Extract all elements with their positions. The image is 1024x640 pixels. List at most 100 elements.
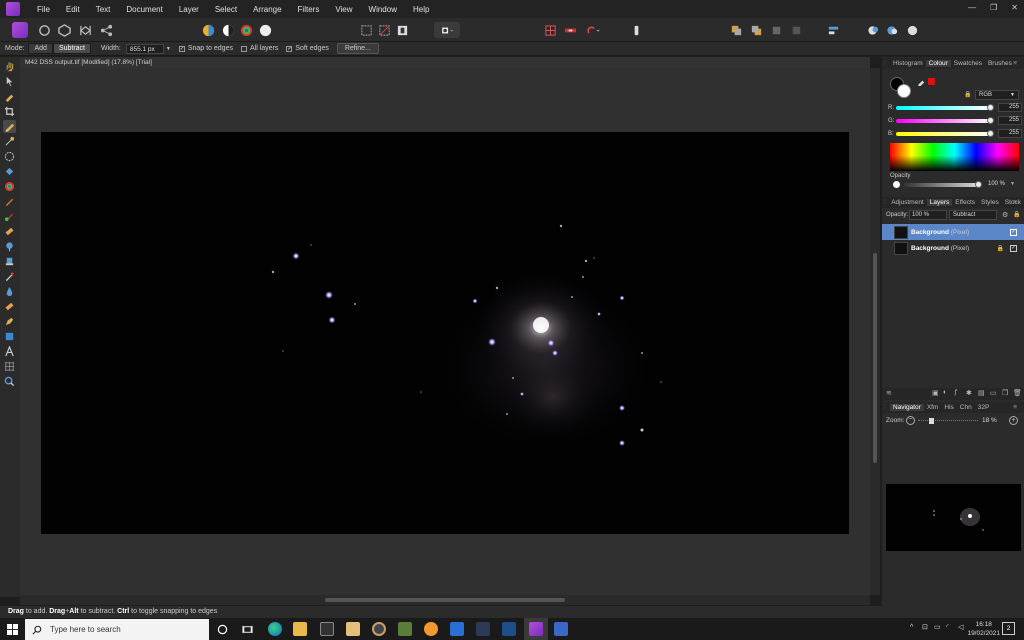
start-button[interactable] (0, 618, 24, 640)
menu-window[interactable]: Window (361, 5, 405, 14)
menu-document[interactable]: Document (118, 5, 170, 14)
group-icon[interactable]: ▤ (978, 389, 985, 397)
panel-menu-icon[interactable]: ≡ (1010, 404, 1020, 411)
tab-adjustment[interactable]: Adjustment (888, 199, 927, 206)
menu-filters[interactable]: Filters (290, 5, 328, 14)
vertical-scrollbar[interactable] (870, 68, 880, 595)
tab-effects[interactable]: Effects (952, 199, 978, 206)
taskbar-search[interactable]: Type here to search (25, 619, 209, 640)
width-dropdown-icon[interactable]: ▼ (166, 46, 171, 52)
menu-text[interactable]: Text (88, 5, 119, 14)
chevron-up-icon[interactable]: ^ (910, 624, 913, 631)
view-tool-hand-icon[interactable] (3, 60, 16, 73)
zoom-slider[interactable] (918, 418, 978, 424)
zoom-out-button[interactable]: − (906, 416, 915, 425)
panel-grip-icon[interactable]: ⁞ (882, 60, 890, 67)
panel-menu-icon[interactable]: ≡ (1010, 199, 1020, 206)
mail-icon[interactable] (450, 622, 464, 636)
photo-persona-icon[interactable] (12, 22, 28, 38)
navigator-preview[interactable] (886, 484, 1021, 551)
menu-view[interactable]: View (327, 5, 360, 14)
layer-opacity-input[interactable]: 100 % (909, 210, 947, 220)
slider-knob[interactable] (987, 103, 994, 111)
blue-slider[interactable] (896, 129, 994, 137)
selection-brush-tool-icon[interactable] (3, 120, 16, 133)
horizontal-scrollbar[interactable] (20, 595, 870, 605)
clock[interactable]: 16:18 19/02/2021 (967, 620, 1000, 638)
photoshop-icon[interactable] (502, 622, 516, 636)
app-icon-1[interactable] (346, 622, 360, 636)
add-layer-icon[interactable]: ▭ (990, 389, 997, 397)
eyedropper-icon[interactable] (917, 77, 926, 87)
restore-button[interactable]: ❐ (990, 3, 997, 12)
green-slider[interactable] (896, 116, 994, 124)
red-value-input[interactable]: 255 (998, 103, 1022, 112)
fx-icon[interactable]: ✱ (966, 389, 972, 397)
colour-replacement-tool-icon[interactable] (3, 210, 16, 223)
invert-selection-icon[interactable] (394, 22, 410, 38)
tab-histogram[interactable]: Histogram (890, 60, 926, 67)
edge-browser-icon[interactable] (268, 622, 282, 636)
flood-fill-tool-icon[interactable] (3, 165, 16, 178)
boolean-subtract-icon[interactable] (884, 22, 900, 38)
develop-persona-icon[interactable] (56, 22, 72, 38)
task-view-icon[interactable] (240, 622, 254, 636)
close-button[interactable]: ✕ (1011, 3, 1018, 12)
arrange-forward-icon[interactable] (728, 22, 744, 38)
no-colour-icon[interactable] (928, 78, 935, 85)
panel-menu-icon[interactable]: ≡ (1010, 60, 1020, 67)
layers-stack-icon[interactable]: ≋ (886, 389, 892, 397)
blue-value-input[interactable]: 255 (998, 129, 1022, 138)
boolean-intersect-icon[interactable] (904, 22, 920, 38)
paint-brush-tool-icon[interactable] (3, 195, 16, 208)
menu-edit[interactable]: Edit (58, 5, 88, 14)
auto-levels-icon[interactable] (200, 22, 216, 38)
slider-knob[interactable] (928, 418, 934, 424)
chevron-down-icon[interactable]: ▼ (1010, 181, 1015, 187)
tab-navigator[interactable]: Navigator (890, 404, 924, 411)
opacity-value[interactable]: 100 % (988, 181, 1005, 187)
erase-brush-tool-icon[interactable] (3, 225, 16, 238)
all-layers-checkbox[interactable]: All layers (240, 45, 278, 52)
menu-arrange[interactable]: Arrange (245, 5, 289, 14)
layer-row-background-1[interactable]: Background (Pixel) ✓ (882, 224, 1024, 240)
visibility-checkbox[interactable]: ✓ (1010, 244, 1017, 252)
crop-tool-icon[interactable] (3, 105, 16, 118)
tone-mapping-persona-icon[interactable] (77, 22, 93, 38)
align-icon[interactable] (825, 22, 841, 38)
notifications-icon[interactable]: 2 (1002, 622, 1015, 635)
refine-button[interactable]: Refine... (336, 43, 379, 54)
width-input[interactable]: 855.1 px (125, 43, 164, 54)
arrange-bottom-icon[interactable] (788, 22, 804, 38)
tab-layers[interactable]: Layers (926, 199, 953, 206)
mesh-warp-tool-icon[interactable] (3, 360, 16, 373)
document-tab[interactable]: M42 DSS output.tif [Modified] (17.8%) [T… (20, 57, 870, 68)
gradient-tool-icon[interactable] (3, 180, 16, 193)
lock-icon[interactable]: 🔒 (997, 245, 1004, 252)
menu-select[interactable]: Select (207, 5, 245, 14)
snap-to-edges-checkbox[interactable]: ✓ Snap to edges (178, 45, 233, 52)
canvas-area[interactable] (20, 68, 870, 595)
boolean-add-icon[interactable] (865, 22, 881, 38)
opacity-slider[interactable] (904, 181, 982, 188)
snapping-options-icon[interactable] (582, 22, 604, 38)
auto-colours-icon[interactable] (238, 22, 254, 38)
marquee-tool-icon[interactable] (3, 150, 16, 163)
app-icon-3[interactable] (398, 622, 412, 636)
app-icon-5[interactable] (476, 622, 490, 636)
assistant-icon[interactable] (628, 22, 644, 38)
move-tool-icon[interactable] (3, 75, 16, 88)
deselect-icon[interactable] (376, 22, 392, 38)
astro-image-m42[interactable] (41, 132, 849, 534)
lock-icon[interactable]: 🔒 (964, 91, 972, 99)
minimize-button[interactable]: — (968, 3, 976, 12)
blur-brush-tool-icon[interactable] (3, 285, 16, 298)
dodge-tool-icon[interactable] (3, 240, 16, 253)
menu-help[interactable]: Help (405, 5, 437, 14)
adjustment-layer-icon[interactable]: ◐ (943, 389, 947, 396)
colour-mode-select[interactable]: RGB ▼ (975, 90, 1019, 100)
green-value-input[interactable]: 255 (998, 116, 1022, 125)
visibility-checkbox[interactable]: ✓ (1010, 228, 1017, 236)
store-icon[interactable] (320, 622, 334, 636)
selection-mode-icon[interactable] (358, 22, 374, 38)
